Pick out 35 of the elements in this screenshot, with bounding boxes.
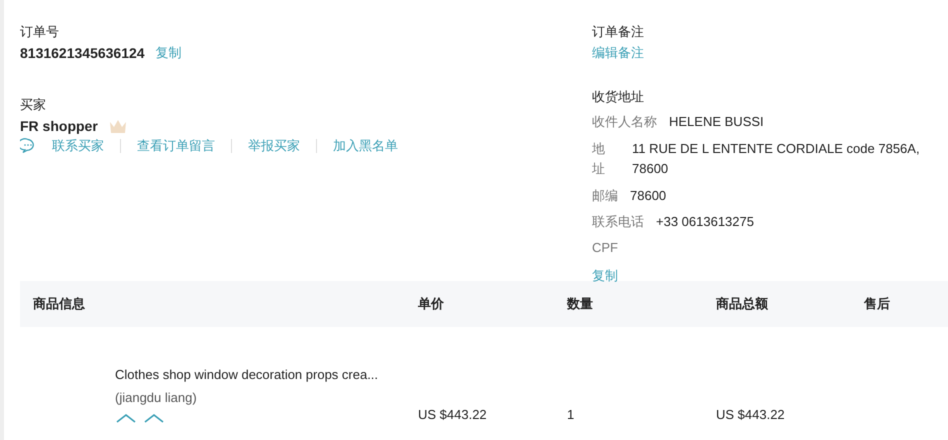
action-link[interactable]: 联系买家 [52, 137, 104, 155]
address-value: 78600 [632, 160, 670, 178]
copy-link[interactable]: 复制 [156, 44, 182, 62]
buyer-name: FR shopper [20, 117, 98, 135]
address-label: 联系电话 [592, 213, 644, 231]
seller-name: (jiangdu liang) [115, 390, 198, 405]
action-link[interactable]: 查看订单留言 [137, 137, 215, 155]
column-header: 商品总额 [716, 295, 769, 313]
column-header: 单价 [418, 295, 445, 313]
table-cell-text: US $443.22 [716, 406, 786, 423]
address-label: 收件人名称 [592, 113, 657, 131]
action-link[interactable]: 举报买家 [248, 137, 300, 155]
column-header: 售后 [864, 295, 891, 313]
address-label: 邮编 [592, 187, 618, 205]
field-label: 买家 [20, 97, 47, 113]
address-value: 78600 [630, 187, 666, 205]
chat-icon[interactable] [20, 138, 36, 154]
edit-note-link[interactable]: 编辑备注 [592, 44, 644, 62]
field-label: 收货地址 [592, 89, 645, 105]
crown-icon [108, 118, 127, 134]
action-link[interactable]: 加入黑名单 [333, 137, 398, 155]
address-label: 地址 [592, 140, 606, 178]
copy-link[interactable]: 复制 [592, 267, 618, 285]
address-value: 11 RUE DE L ENTENTE CORDIALE code 7856A, [632, 140, 920, 158]
address-label: CPF [592, 239, 618, 257]
address-value: +33 0613613275 [656, 213, 754, 231]
column-header: 数量 [567, 295, 594, 313]
column-header: 商品信息 [32, 295, 86, 313]
order-number: 8131621345636124 [20, 44, 145, 62]
field-label: 订单备注 [592, 24, 645, 40]
address-value: HELENE BUSSI [669, 113, 764, 131]
table-cell-text: 1 [567, 406, 576, 423]
field-label: 订单号 [20, 24, 60, 40]
product-title: Clothes shop window decoration props crea... [115, 367, 380, 382]
table-cell-text: US $443.22 [418, 406, 488, 423]
